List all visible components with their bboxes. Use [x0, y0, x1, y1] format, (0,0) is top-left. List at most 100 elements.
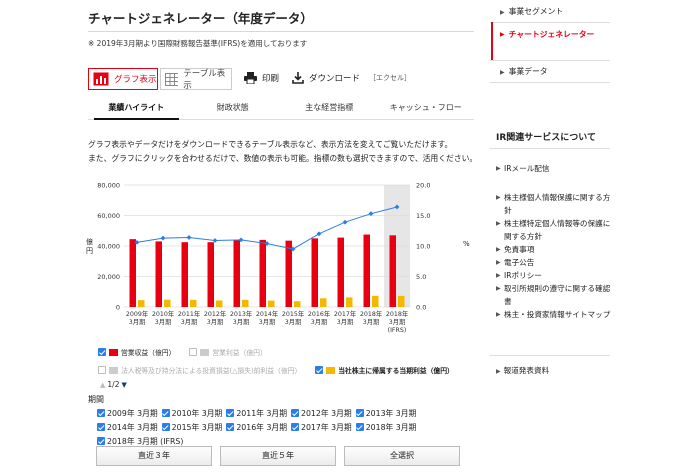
x-tick-label: 2018年 — [386, 309, 408, 318]
x-tick-label: 2012年 — [204, 309, 226, 318]
checkbox-checked[interactable] — [291, 423, 300, 431]
x-tick-label: 3月期 — [155, 318, 172, 326]
page-title: チャートジェネレーター（年度データ） — [88, 11, 313, 26]
download-icon — [292, 72, 304, 84]
last-3-years-button[interactable]: 直近３年 — [96, 446, 212, 466]
arrow-right-icon: ▶ — [496, 285, 501, 292]
net-profit-bar — [216, 300, 223, 307]
ratio-point — [316, 231, 322, 237]
arrow-right-icon: ▶ — [496, 220, 501, 227]
active-indicator — [491, 22, 493, 60]
period-label-text: 2010年 3月期 — [171, 408, 223, 418]
ir-link-specific-privacy[interactable]: ▶ 株主様特定個人情報等の保護に関する方針 — [496, 217, 612, 243]
select-all-button[interactable]: 全選択 — [344, 446, 460, 466]
period-checkbox-item[interactable]: 2018年 3月期 — [355, 422, 416, 432]
arrow-right-icon: ▶ — [500, 31, 505, 38]
sidebar-item-chart-generator[interactable]: ▶ チャートジェネレーター — [500, 28, 610, 41]
title-divider — [88, 31, 474, 32]
revenue-bar — [285, 240, 292, 307]
download-button[interactable]: ダウンロード ［エクセル］ — [292, 72, 411, 84]
ir-link-public-notice[interactable]: ▶ 電子公告 — [496, 256, 612, 269]
period-checkbox-item[interactable]: 2013年 3月期 — [355, 408, 417, 418]
revenue-bar — [207, 242, 214, 307]
graph-view-button[interactable]: グラフ表示 — [88, 68, 158, 90]
period-label-text: 2011年 3月期 — [236, 408, 288, 418]
sidebar-item-segments[interactable]: ▶ 事業セグメント — [500, 6, 563, 17]
period-checkbox-item[interactable]: 2011年 3月期 — [226, 408, 287, 418]
tab-highlights[interactable]: 業績ハイライト — [88, 98, 185, 120]
legend-item-pretax-profit[interactable]: 法人税等及び持分法による投資損益(△損失)前利益（億円） — [98, 365, 301, 375]
pager-prev-icon[interactable]: ▲ — [100, 381, 105, 389]
y-right-tick-label: 15.0 — [416, 212, 430, 220]
checkbox-checked[interactable] — [98, 348, 106, 356]
checkbox-checked[interactable] — [315, 366, 324, 374]
period-checkbox-item[interactable]: 2010年 3月期 — [161, 408, 223, 418]
y-left-tick-label: 80,000 — [97, 182, 120, 190]
period-label-text: 2014年 3月期 — [107, 422, 158, 432]
ir-link-privacy[interactable]: ▶ 株主様個人情報保護に関する方針 — [496, 191, 612, 217]
pager-next-icon[interactable]: ▼ — [121, 381, 126, 389]
ir-link-mail[interactable]: ▶ IRメール配信 — [496, 162, 612, 175]
sidebar-item-business-data[interactable]: ▶ 事業データ — [500, 66, 548, 77]
period-checkbox-item[interactable]: 2012年 3月期 — [291, 408, 352, 418]
legend-label: 当社株主に帰属する当期利益（億円） — [338, 367, 454, 375]
net-profit-bar — [346, 297, 353, 307]
x-tick-label: 2018年 — [360, 309, 382, 318]
checkbox-checked[interactable] — [291, 409, 300, 417]
checkbox-checked[interactable] — [97, 423, 105, 431]
x-tick-label: 2009年 — [126, 309, 148, 318]
legend-item-net-profit[interactable]: 当社株主に帰属する当期利益（億円） — [315, 365, 454, 375]
x-tick-label: 2010年 — [152, 309, 174, 318]
tab-cash-flow[interactable]: キャッシュ・フロー — [378, 98, 475, 119]
checkbox-checked[interactable] — [226, 409, 235, 417]
checkbox-checked[interactable] — [97, 437, 105, 445]
period-checkbox-item[interactable]: 2015年 3月期 — [161, 422, 222, 432]
x-tick-label: 3月期 — [285, 318, 302, 326]
print-button[interactable]: 印刷 — [244, 72, 279, 84]
x-tick-label: 2014年 — [256, 309, 278, 318]
ir-link-disclaimer[interactable]: ▶ 免責事項 — [496, 243, 612, 256]
sidebar-divider — [490, 148, 610, 149]
performance-chart[interactable]: 0 20,000 40,000 60,000 80,000 0.0 5.0 10.0 15.0 2… — [88, 176, 468, 342]
last-5-years-button[interactable]: 直近５年 — [220, 446, 336, 466]
tab-bar: 業績ハイライト 財政状態 主な経営指標 キャッシュ・フロー — [88, 98, 474, 120]
y-right-tick-label: 5.0 — [416, 273, 426, 281]
ir-link-ir-policy[interactable]: ▶ IRポリシー — [496, 269, 612, 282]
legend-swatch — [326, 366, 336, 374]
period-checkbox-item[interactable]: 2016年 3月期 — [226, 422, 287, 432]
checkbox-checked[interactable] — [355, 409, 364, 417]
checkbox-checked[interactable] — [161, 409, 170, 417]
net-profit-bar — [268, 300, 275, 307]
x-tick-label: 3月期 — [363, 318, 380, 326]
news-release-link[interactable]: ▶ 報道発表資料 — [496, 365, 549, 376]
period-checkbox-item[interactable]: 2018年 3月期 (IFRS) — [97, 436, 183, 446]
legend-item-operating-profit[interactable]: 営業利益（億円） — [189, 347, 267, 357]
x-tick-label: 2017年 — [334, 309, 356, 318]
x-tick-label: 3月期 — [129, 318, 146, 326]
ir-link-sitemap[interactable]: ▶ 株主・投資家情報サイトマップ — [496, 308, 612, 321]
period-label-text: 2013年 3月期 — [365, 408, 417, 418]
period-label-text: 2009年 3月期 — [107, 408, 158, 418]
range-buttons: 直近３年 直近５年 全選択 — [96, 446, 460, 466]
ir-link-label: 株主様特定個人情報等の保護に関する方針 — [504, 219, 611, 241]
period-checkbox-item[interactable]: 2017年 3月期 — [291, 422, 352, 432]
tab-key-indicators[interactable]: 主な経営指標 — [281, 98, 378, 119]
legend-label: 営業収益（億円） — [121, 349, 176, 357]
legend-item-revenue[interactable]: 営業収益（億円） — [98, 347, 175, 357]
checkbox-unchecked[interactable] — [189, 348, 198, 356]
right-axis-title: % — [463, 240, 470, 248]
description-line: グラフ表示やデータだけをダウンロードできるテーブル表示など、表示方法を変えてご覧… — [88, 140, 453, 149]
checkbox-checked[interactable] — [161, 423, 170, 431]
tab-financial-position[interactable]: 財政状態 — [185, 98, 282, 119]
period-checkbox-item[interactable]: 2014年 3月期 — [97, 422, 158, 432]
period-checkbox-item[interactable]: 2009年 3月期 — [97, 408, 158, 418]
checkbox-checked[interactable] — [355, 423, 364, 431]
ir-link-compliance[interactable]: ▶ 取引所規則の遵守に関する確認書 — [496, 282, 612, 308]
checkbox-checked[interactable] — [97, 409, 105, 417]
checkbox-unchecked[interactable] — [98, 366, 106, 374]
table-view-button[interactable]: テーブル表示 — [160, 68, 232, 91]
sidebar-item-label: チャートジェネレーター — [508, 30, 595, 39]
checkbox-checked[interactable] — [226, 423, 235, 431]
arrow-right-icon: ▶ — [496, 259, 501, 266]
left-axis-title: 億円 — [86, 238, 93, 255]
